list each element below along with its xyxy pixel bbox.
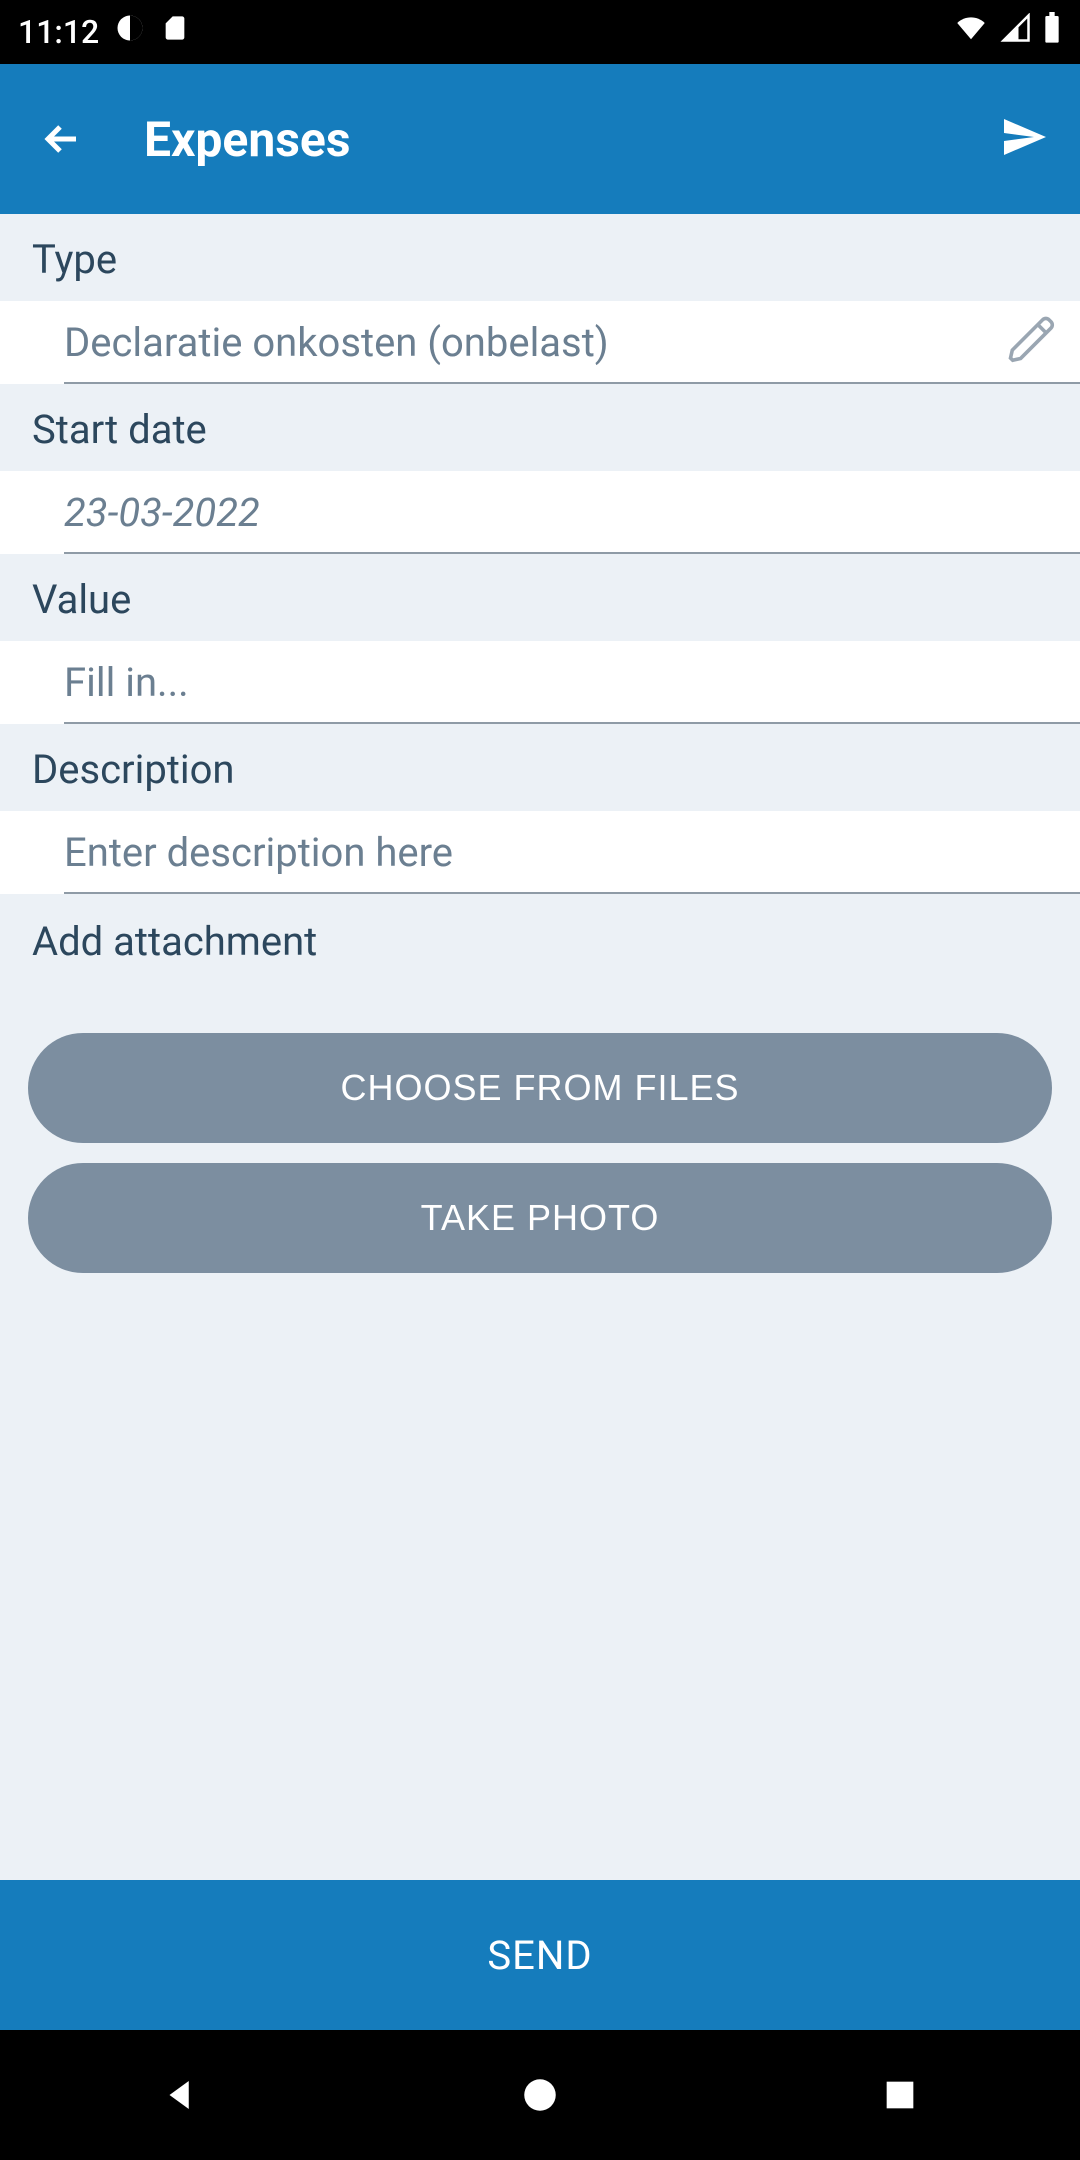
page-title: Expenses <box>144 111 1000 168</box>
do-not-disturb-icon <box>115 13 145 51</box>
startdate-value: 23-03-2022 <box>64 489 260 536</box>
status-time: 11:12 <box>18 13 99 51</box>
battery-icon <box>1042 12 1062 52</box>
spacer <box>0 1273 1080 1880</box>
attachment-buttons: CHOOSE FROM FILES TAKE PHOTO <box>0 983 1080 1273</box>
send-label: SEND <box>487 1932 592 1979</box>
startdate-label: Start date <box>0 384 1080 471</box>
startdate-field-row[interactable]: 23-03-2022 <box>0 471 1080 554</box>
nav-recent-button[interactable] <box>870 2065 930 2125</box>
send-button[interactable]: SEND <box>0 1880 1080 2030</box>
back-button[interactable] <box>32 109 92 169</box>
triangle-left-icon <box>159 2074 201 2116</box>
square-icon <box>880 2075 920 2115</box>
value-label: Value <box>0 554 1080 641</box>
choose-files-button[interactable]: CHOOSE FROM FILES <box>28 1033 1052 1143</box>
arrow-left-icon <box>38 115 86 163</box>
attachment-label: Add attachment <box>0 894 1080 983</box>
status-bar: 11:12 <box>0 0 1080 64</box>
take-photo-button[interactable]: TAKE PHOTO <box>28 1163 1052 1273</box>
sd-card-icon <box>161 12 189 52</box>
cellular-icon <box>1000 13 1032 51</box>
nav-back-button[interactable] <box>150 2065 210 2125</box>
circle-icon <box>519 2074 561 2116</box>
description-input[interactable] <box>64 829 1060 876</box>
send-action[interactable] <box>1000 113 1048 165</box>
description-label: Description <box>0 724 1080 811</box>
nav-home-button[interactable] <box>510 2065 570 2125</box>
system-nav-bar <box>0 2030 1080 2160</box>
type-value: Declaratie onkosten (onbelast) <box>64 319 609 366</box>
paper-plane-icon <box>1000 113 1048 161</box>
type-field-row[interactable]: Declaratie onkosten (onbelast) <box>0 301 1080 384</box>
app-bar: Expenses <box>0 64 1080 214</box>
value-input[interactable] <box>64 659 1060 706</box>
value-field-row <box>0 641 1080 724</box>
pencil-icon <box>1006 313 1060 367</box>
wifi-icon <box>952 13 990 51</box>
type-label: Type <box>0 214 1080 301</box>
description-field-row <box>0 811 1080 894</box>
